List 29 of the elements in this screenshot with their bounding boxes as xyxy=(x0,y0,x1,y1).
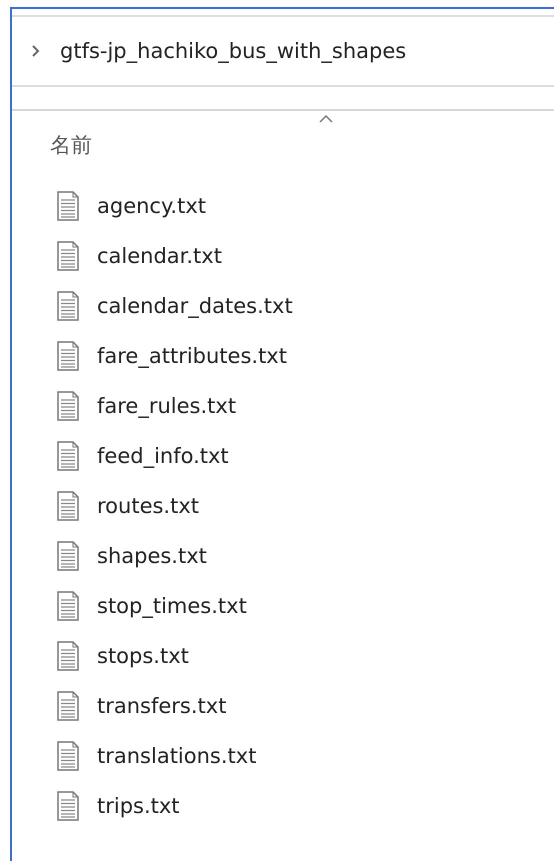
text-file-icon xyxy=(57,641,79,671)
file-name[interactable]: stops.txt xyxy=(97,644,189,668)
file-name[interactable]: feed_info.txt xyxy=(97,444,229,468)
text-file-icon xyxy=(57,541,79,571)
text-file-icon xyxy=(57,341,79,371)
name-column-header[interactable]: 名前 xyxy=(50,131,92,159)
text-file-icon xyxy=(57,791,79,821)
text-file-icon xyxy=(57,741,79,771)
text-file-icon xyxy=(57,391,79,421)
text-file-icon xyxy=(57,691,79,721)
file-name[interactable]: stop_times.txt xyxy=(97,594,247,618)
text-file-icon xyxy=(57,441,79,471)
text-file-icon xyxy=(57,191,79,221)
file-name[interactable]: translations.txt xyxy=(97,744,256,768)
breadcrumb-folder[interactable]: gtfs-jp_hachiko_bus_with_shapes xyxy=(60,39,406,63)
file-name[interactable]: agency.txt xyxy=(97,194,206,218)
file-name[interactable]: shapes.txt xyxy=(97,544,207,568)
file-name[interactable]: transfers.txt xyxy=(97,694,226,718)
file-name[interactable]: fare_attributes.txt xyxy=(97,344,287,368)
text-file-icon xyxy=(57,291,79,321)
file-name[interactable]: calendar_dates.txt xyxy=(97,294,293,318)
file-name[interactable]: routes.txt xyxy=(97,494,199,518)
text-file-icon xyxy=(57,491,79,521)
chevron-icon[interactable] xyxy=(32,45,40,57)
text-file-icon xyxy=(57,591,79,621)
file-name[interactable]: trips.txt xyxy=(97,794,180,818)
file-name[interactable]: fare_rules.txt xyxy=(97,394,236,418)
text-file-icon xyxy=(57,241,79,271)
file-name[interactable]: calendar.txt xyxy=(97,244,222,268)
